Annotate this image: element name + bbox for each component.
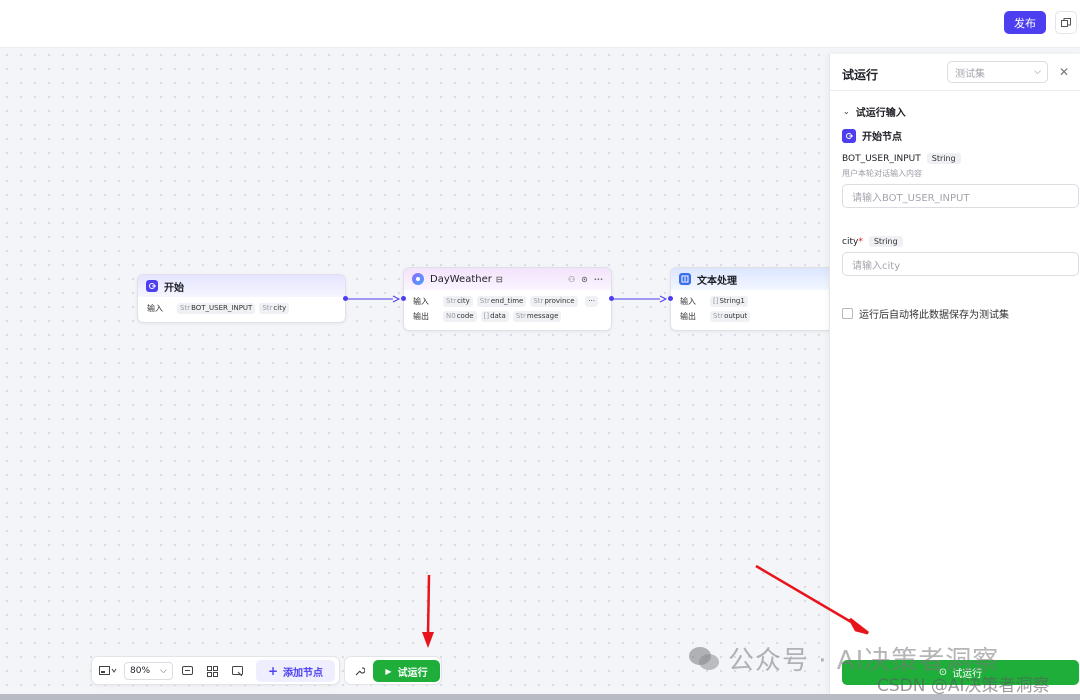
test-run-button[interactable]: ▶ 试运行 — [373, 660, 440, 682]
more-params-tag[interactable]: ··· — [585, 296, 598, 307]
top-bar: 发布 — [0, 0, 1080, 48]
start-icon — [842, 128, 856, 143]
publish-button[interactable]: 发布 — [1004, 11, 1046, 34]
start-node-title: 开始 — [164, 282, 184, 294]
section-toggle[interactable]: ⌄ 试运行输入 — [843, 104, 906, 119]
test-set-select[interactable]: 测试集 ⌵ — [947, 61, 1048, 83]
input-placeholder: 请输入BOT_USER_INPUT — [852, 192, 970, 204]
field-name: BOT_USER_INPUT — [842, 153, 921, 164]
dayweather-node[interactable]: DayWeather ⊟ ⚇ ⊙ ··· 输入 Strcity Strend_t… — [403, 267, 612, 331]
field-name: city — [842, 236, 859, 247]
run-toolbar: ▶ 试运行 — [344, 656, 442, 685]
select-placeholder: 测试集 — [955, 68, 985, 80]
param-tag: Strmessage — [512, 311, 562, 322]
more-icon[interactable]: ··· — [594, 275, 603, 284]
param-tag: Strcity — [259, 303, 290, 314]
wechat-icon — [689, 646, 719, 670]
output-port[interactable] — [343, 296, 348, 301]
dayweather-node-title: DayWeather — [430, 273, 492, 285]
add-node-button[interactable]: + 添加节点 — [256, 660, 335, 682]
param-tag: Strend_time — [476, 296, 527, 307]
canvas-toolbar: 80% ⌵ + 添加节点 — [91, 656, 340, 685]
param-tag: []String1 — [710, 296, 748, 307]
input-placeholder: 请输入city — [852, 260, 901, 272]
field-label: city * String — [842, 236, 903, 247]
chevron-down-icon: ⌵ — [160, 666, 167, 676]
section-title: 试运行输入 — [855, 108, 906, 119]
copy-window-icon[interactable] — [1055, 11, 1077, 34]
checkbox[interactable] — [842, 308, 853, 319]
panel-title: 试运行 — [842, 68, 879, 82]
debug-icon[interactable]: ⚇ — [568, 275, 575, 284]
input-port[interactable] — [668, 296, 673, 301]
weather-icon — [412, 273, 424, 285]
text-process-node[interactable]: 文本处理 输入 []String1 输出 Stroutput — [670, 267, 835, 331]
comment-icon[interactable] — [179, 663, 195, 679]
run-label: 试运行 — [397, 667, 428, 679]
input-label: 输入 — [680, 297, 696, 306]
text-node-title: 文本处理 — [697, 275, 737, 287]
param-tag: N0code — [443, 311, 477, 322]
bot-user-input-field[interactable]: 请输入BOT_USER_INPUT — [842, 184, 1079, 208]
start-node-label: 开始节点 — [842, 128, 902, 143]
doc-icon: ⊟ — [495, 274, 503, 284]
divider — [830, 90, 1080, 91]
text-icon — [679, 273, 691, 285]
wrench-icon[interactable] — [351, 663, 367, 679]
input-label: 输入 — [147, 304, 163, 313]
required-mark: * — [858, 236, 863, 247]
type-badge: String — [926, 153, 961, 164]
fit-view-icon[interactable] — [229, 663, 245, 679]
param-tag: Stroutput — [710, 311, 751, 322]
start-icon — [146, 280, 158, 292]
checkbox-label: 运行后自动将此数据保存为测试集 — [859, 310, 1009, 321]
output-label: 输出 — [680, 312, 696, 321]
input-label: 输入 — [413, 297, 429, 306]
plus-icon: + — [267, 664, 279, 678]
output-port[interactable] — [609, 296, 614, 301]
output-label: 输出 — [413, 312, 429, 321]
param-tag: Strcity — [443, 296, 473, 307]
start-node-title: 开始节点 — [862, 132, 902, 143]
param-tag: []data — [480, 311, 509, 322]
add-node-label: 添加节点 — [283, 667, 324, 679]
input-port[interactable] — [401, 296, 406, 301]
test-run-panel: 试运行 测试集 ⌵ ✕ ⌄ 试运行输入 开始节点 BOT_USER_INPUT … — [829, 54, 1080, 694]
play-icon: ▶ — [385, 666, 392, 676]
type-badge: String — [868, 236, 903, 247]
param-tag: StrBOT_USER_INPUT — [177, 303, 256, 314]
watermark-csdn: CSDN @AI决策者洞察 — [877, 676, 1050, 696]
city-input-field[interactable]: 请输入city — [842, 252, 1079, 276]
play-circle-icon[interactable]: ⊙ — [581, 275, 588, 284]
chevron-down-icon: ⌵ — [1034, 67, 1041, 77]
param-tag: Strprovince — [530, 296, 578, 307]
minimap-icon[interactable] — [97, 663, 119, 679]
grid-layout-icon[interactable] — [204, 663, 220, 679]
save-test-set-option[interactable]: 运行后自动将此数据保存为测试集 — [842, 306, 1009, 321]
field-label: BOT_USER_INPUT String — [842, 153, 961, 164]
close-icon[interactable]: ✕ — [1059, 65, 1069, 79]
zoom-select[interactable]: 80% ⌵ — [124, 662, 173, 680]
start-node[interactable]: 开始 输入 StrBOT_USER_INPUT Strcity — [137, 274, 346, 323]
zoom-level: 80% — [130, 666, 151, 676]
field-description: 用户本轮对话输入内容 — [842, 169, 922, 178]
chevron-down-icon: ⌄ — [843, 107, 850, 116]
